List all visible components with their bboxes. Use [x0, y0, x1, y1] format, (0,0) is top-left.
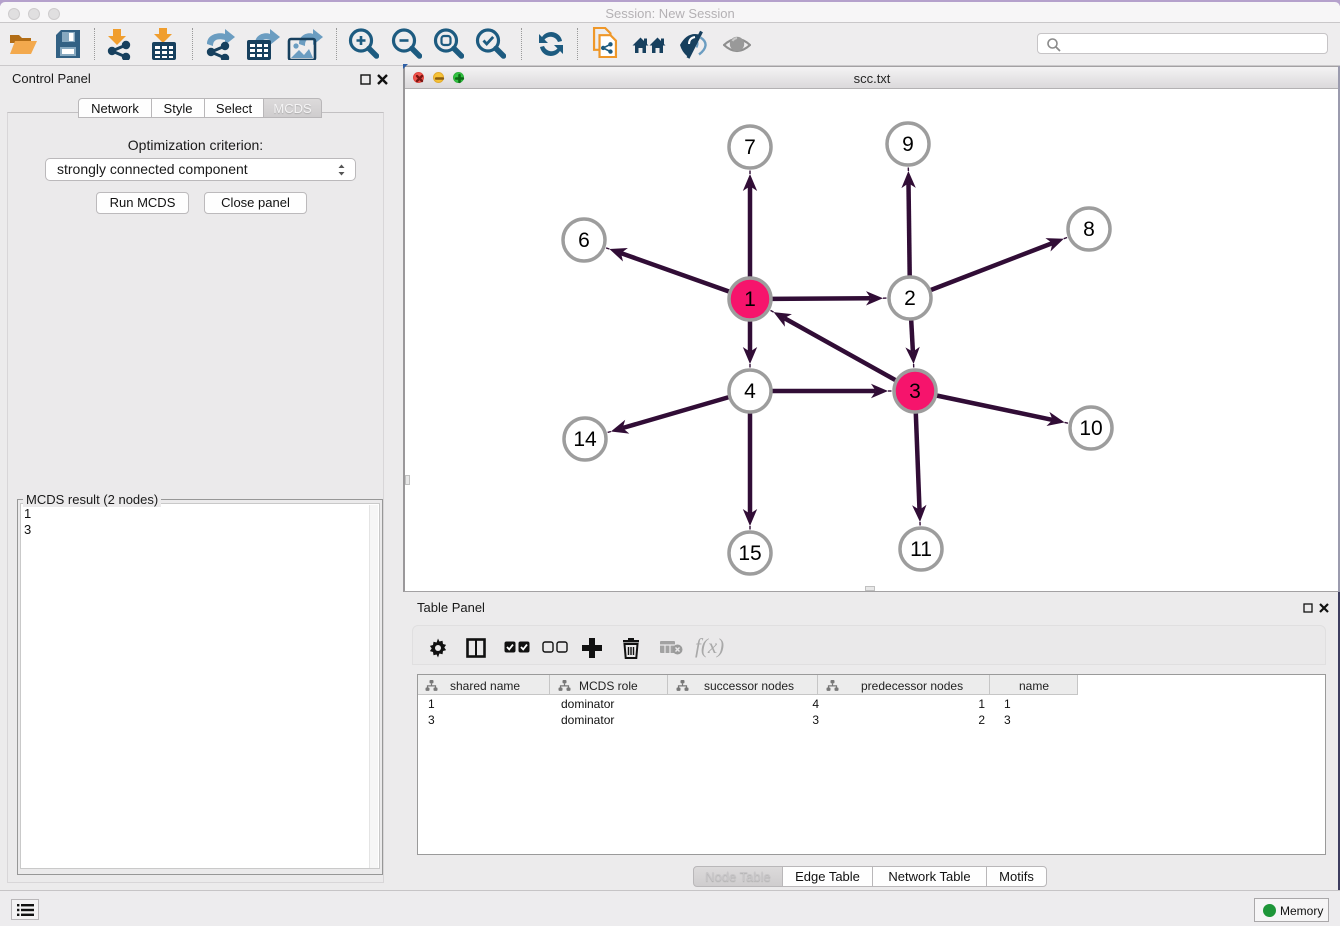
svg-text:11: 11	[910, 538, 932, 561]
svg-text:3: 3	[909, 380, 921, 403]
svg-text:4: 4	[744, 380, 756, 403]
svg-text:2: 2	[904, 287, 916, 310]
svg-text:8: 8	[1083, 218, 1095, 241]
svg-text:15: 15	[738, 542, 761, 565]
svg-text:7: 7	[744, 136, 756, 159]
svg-text:6: 6	[578, 229, 590, 252]
svg-text:1: 1	[744, 288, 756, 311]
svg-text:10: 10	[1079, 417, 1102, 440]
svg-text:14: 14	[573, 428, 597, 451]
svg-text:9: 9	[902, 133, 914, 156]
